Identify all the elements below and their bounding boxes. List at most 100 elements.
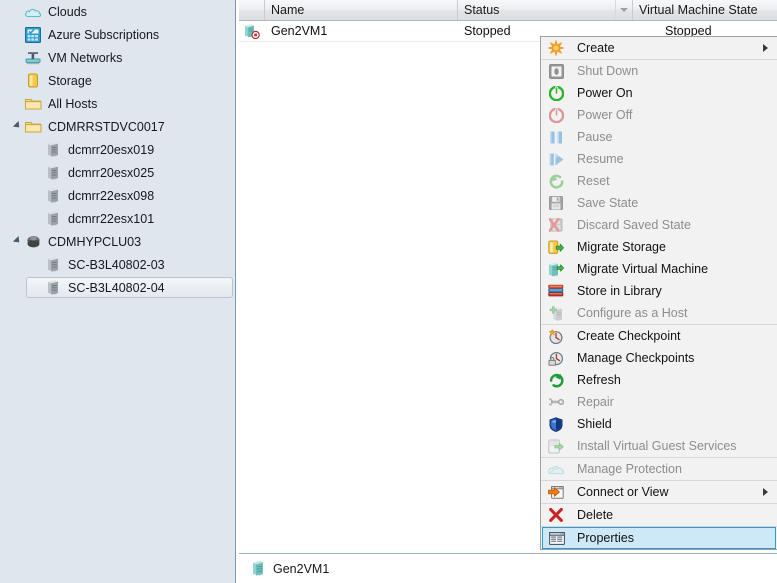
- menu-item-label: Shut Down: [577, 64, 639, 78]
- menu-item-pause: Pause: [541, 126, 777, 148]
- sidebar-item-azure-subscriptions[interactable]: Azure Subscriptions: [0, 23, 235, 46]
- menu-item-power-off: Power Off: [541, 104, 777, 126]
- vm-network-icon: [24, 50, 42, 66]
- refresh-icon: [541, 369, 571, 391]
- sidebar-item-cdmhypclu03[interactable]: CDMHYPCLU03: [0, 230, 235, 253]
- sidebar-item-all-hosts[interactable]: All Hosts: [0, 92, 235, 115]
- sidebar-item-label: Clouds: [48, 4, 87, 19]
- power-on-icon: [541, 82, 571, 104]
- menu-item-label: Discard Saved State: [577, 218, 691, 232]
- menu-item-label: Delete: [577, 508, 614, 522]
- storage-icon: [24, 73, 42, 89]
- shield-icon: [541, 413, 571, 435]
- sidebar-item-label: VM Networks: [48, 50, 123, 65]
- menu-item-resume: Resume: [541, 148, 777, 170]
- cell-name: Gen2VM1: [271, 24, 328, 38]
- sidebar-item-dcmrr22esx098[interactable]: dcmrr22esx098: [0, 184, 235, 207]
- column-header-label: Virtual Machine State: [639, 3, 758, 17]
- menu-item-create[interactable]: Create: [541, 37, 777, 59]
- connect-view-icon: [541, 481, 571, 503]
- sidebar-item-sc-b3l40802-03[interactable]: SC-B3L40802-03: [0, 253, 235, 276]
- configure-host-icon: [541, 302, 571, 324]
- column-header-status[interactable]: Status: [458, 0, 633, 20]
- cluster-icon: [24, 234, 42, 250]
- host-icon: [44, 188, 62, 204]
- sidebar-item-label: SC-B3L40802-03: [68, 257, 165, 272]
- menu-item-create-checkpoint[interactable]: Create Checkpoint: [541, 325, 777, 347]
- sidebar-item-label: dcmrr20esx025: [68, 165, 155, 180]
- migrate-storage-icon: [541, 236, 571, 258]
- menu-item-label: Migrate Virtual Machine: [577, 262, 709, 276]
- sidebar-item-vm-networks[interactable]: VM Networks: [0, 46, 235, 69]
- menu-item-label: Manage Checkpoints: [577, 351, 695, 365]
- sidebar-item-cdmrrstdvc0017[interactable]: CDMRRSTDVC0017: [0, 115, 235, 138]
- menu-item-label: Pause: [577, 130, 613, 144]
- expand-collapse-triangle-icon[interactable]: [10, 235, 24, 249]
- folder-icon: [24, 96, 42, 112]
- store-library-icon: [541, 280, 571, 302]
- sidebar-item-label: Azure Subscriptions: [48, 27, 160, 42]
- host-icon: [44, 211, 62, 227]
- expand-collapse-triangle-icon[interactable]: [10, 120, 24, 134]
- column-header-icon[interactable]: [239, 0, 265, 20]
- vmm-console-window: Clouds Azure Subscriptions VM Networks Stor…: [0, 0, 777, 583]
- detail-pane-title: Gen2VM1: [273, 561, 330, 576]
- sidebar-item-label: Storage: [48, 73, 92, 88]
- sidebar-item-dcmrr22esx101[interactable]: dcmrr22esx101: [0, 207, 235, 230]
- navigation-sidebar[interactable]: Clouds Azure Subscriptions VM Networks Stor…: [0, 0, 236, 583]
- manage-checkpoints-icon: [541, 347, 571, 369]
- shut-down-icon: [541, 60, 571, 82]
- vm-icon: [249, 561, 267, 577]
- menu-item-properties[interactable]: Properties: [542, 527, 776, 549]
- menu-item-repair: Repair: [541, 391, 777, 413]
- sidebar-item-label: SC-B3L40802-04: [68, 280, 165, 295]
- sidebar-item-sc-b3l40802-04[interactable]: SC-B3L40802-04: [0, 276, 235, 299]
- create-star-icon: [541, 37, 571, 59]
- column-options-dropdown-icon[interactable]: [615, 0, 632, 20]
- menu-item-migrate-storage[interactable]: Migrate Storage: [541, 236, 777, 258]
- folder-icon: [24, 119, 42, 135]
- manage-protection-icon: [541, 458, 571, 480]
- menu-item-delete[interactable]: Delete: [541, 504, 777, 526]
- menu-item-label: Power On: [577, 86, 633, 100]
- vm-context-menu[interactable]: Create Shut Down Power On Power Off Pause Res…: [540, 36, 777, 550]
- menu-item-label: Shield: [577, 417, 612, 431]
- sidebar-item-dcmrr20esx025[interactable]: dcmrr20esx025: [0, 161, 235, 184]
- menu-item-manage-checkpoints[interactable]: Manage Checkpoints: [541, 347, 777, 369]
- menu-item-refresh[interactable]: Refresh: [541, 369, 777, 391]
- sidebar-item-label: dcmrr22esx101: [68, 211, 155, 226]
- menu-item-migrate-virtual-machine[interactable]: Migrate Virtual Machine: [541, 258, 777, 280]
- menu-item-reset: Reset: [541, 170, 777, 192]
- column-header-name[interactable]: Name: [265, 0, 458, 20]
- menu-item-label: Configure as a Host: [577, 306, 688, 320]
- column-header-vm_state[interactable]: Virtual Machine State: [633, 0, 777, 20]
- sidebar-item-dcmrr20esx019[interactable]: dcmrr20esx019: [0, 138, 235, 161]
- menu-item-label: Create Checkpoint: [577, 329, 681, 343]
- menu-item-connect-or-view[interactable]: Connect or View: [541, 481, 777, 503]
- menu-item-label: Migrate Storage: [577, 240, 666, 254]
- menu-item-manage-protection: Manage Protection: [541, 458, 777, 480]
- list-column-header[interactable]: Name Status Virtual Machine State: [239, 0, 777, 21]
- sidebar-item-clouds[interactable]: Clouds: [0, 0, 235, 23]
- install-guest-svc-icon: [541, 435, 571, 457]
- delete-x-icon: [541, 504, 571, 526]
- menu-item-power-on[interactable]: Power On: [541, 82, 777, 104]
- host-icon: [44, 142, 62, 158]
- menu-item-save-state: Save State: [541, 192, 777, 214]
- save-state-icon: [541, 192, 571, 214]
- menu-item-label: Store in Library: [577, 284, 662, 298]
- menu-item-shield[interactable]: Shield: [541, 413, 777, 435]
- sidebar-item-storage[interactable]: Storage: [0, 69, 235, 92]
- sidebar-item-label: All Hosts: [48, 96, 98, 111]
- vm-stopped-icon: [239, 23, 265, 39]
- menu-item-label: Refresh: [577, 373, 621, 387]
- sidebar-item-label: CDMRRSTDVC0017: [48, 119, 165, 134]
- menu-item-store-in-library[interactable]: Store in Library: [541, 280, 777, 302]
- menu-item-label: Save State: [577, 196, 639, 210]
